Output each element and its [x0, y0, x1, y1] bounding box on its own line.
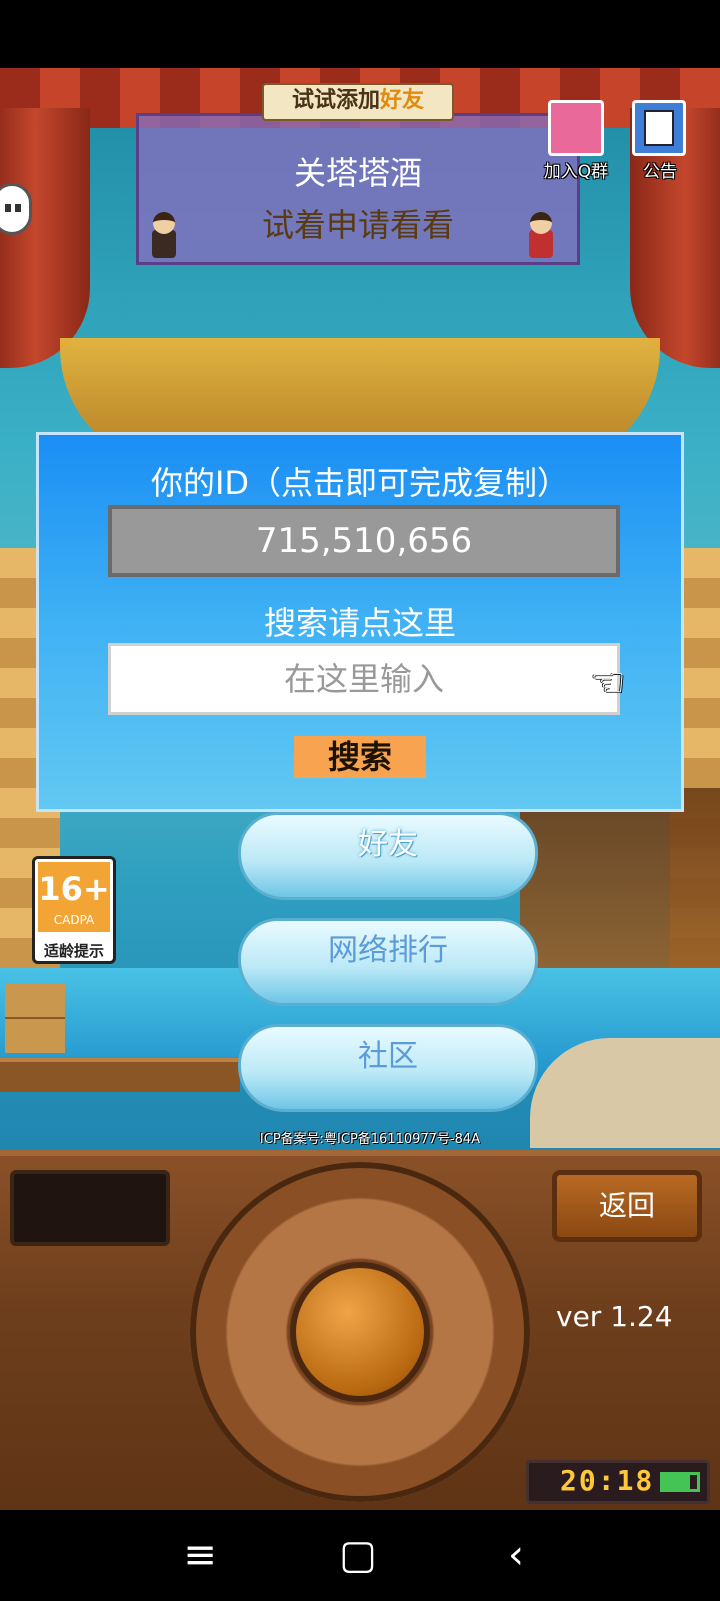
icp-license-text: ICP备案号:粤ICP备16110977号-84A — [259, 1132, 481, 1147]
status-bar — [0, 0, 720, 68]
search-input[interactable]: 在这里输入 — [108, 643, 620, 715]
age-rating-label: 适龄提示 — [43, 942, 104, 960]
age-rating-number: 16+ — [38, 870, 110, 908]
pirate-ship — [520, 788, 720, 988]
banner-tag: 试试添加好友 — [262, 83, 454, 121]
back-button[interactable]: 返回 — [552, 1170, 702, 1242]
avatar-right — [523, 212, 559, 260]
banner-title: 关塔塔酒 — [293, 154, 422, 192]
player-id-copy-field[interactable]: 715,510,656 — [108, 505, 620, 577]
search-hint: 搜索请点这里 — [263, 604, 456, 642]
search-button[interactable]: 搜索 — [294, 736, 426, 778]
age-rating-org: CADPA — [53, 913, 95, 927]
dpad-center-button[interactable] — [290, 1262, 430, 1402]
curtain-left — [0, 108, 90, 368]
pointing-hand-icon: ☜ — [590, 660, 626, 706]
version-label: ver 1.24 — [556, 1300, 673, 1333]
banner-message: 试着申请看看 — [261, 206, 454, 244]
dialog-title: 你的ID（点击即可完成复制） — [150, 464, 570, 502]
avatar-left — [146, 212, 182, 260]
notice-label: 公告 — [643, 162, 677, 182]
join-qgroup-icon[interactable] — [548, 100, 604, 156]
nav-menu-icon[interactable]: ≡ — [170, 1530, 230, 1580]
battery-icon — [660, 1472, 700, 1492]
console-screen-slot — [10, 1170, 170, 1246]
crates — [5, 983, 65, 1053]
menu-friends-button[interactable]: 好友 — [238, 812, 538, 900]
menu-community-button[interactable]: 社区 — [238, 1024, 538, 1112]
nav-home-icon[interactable]: ▢ — [328, 1530, 388, 1580]
nav-back-icon[interactable]: ‹ — [486, 1530, 546, 1580]
side-chat-bubble-icon[interactable] — [0, 183, 32, 235]
clock-time: 20:18 — [560, 1464, 655, 1497]
notice-document-icon — [644, 110, 674, 146]
menu-ranking-button[interactable]: 网络排行 — [238, 918, 538, 1006]
join-qgroup-label: 加入Q群 — [543, 162, 609, 182]
dock — [0, 1058, 240, 1092]
